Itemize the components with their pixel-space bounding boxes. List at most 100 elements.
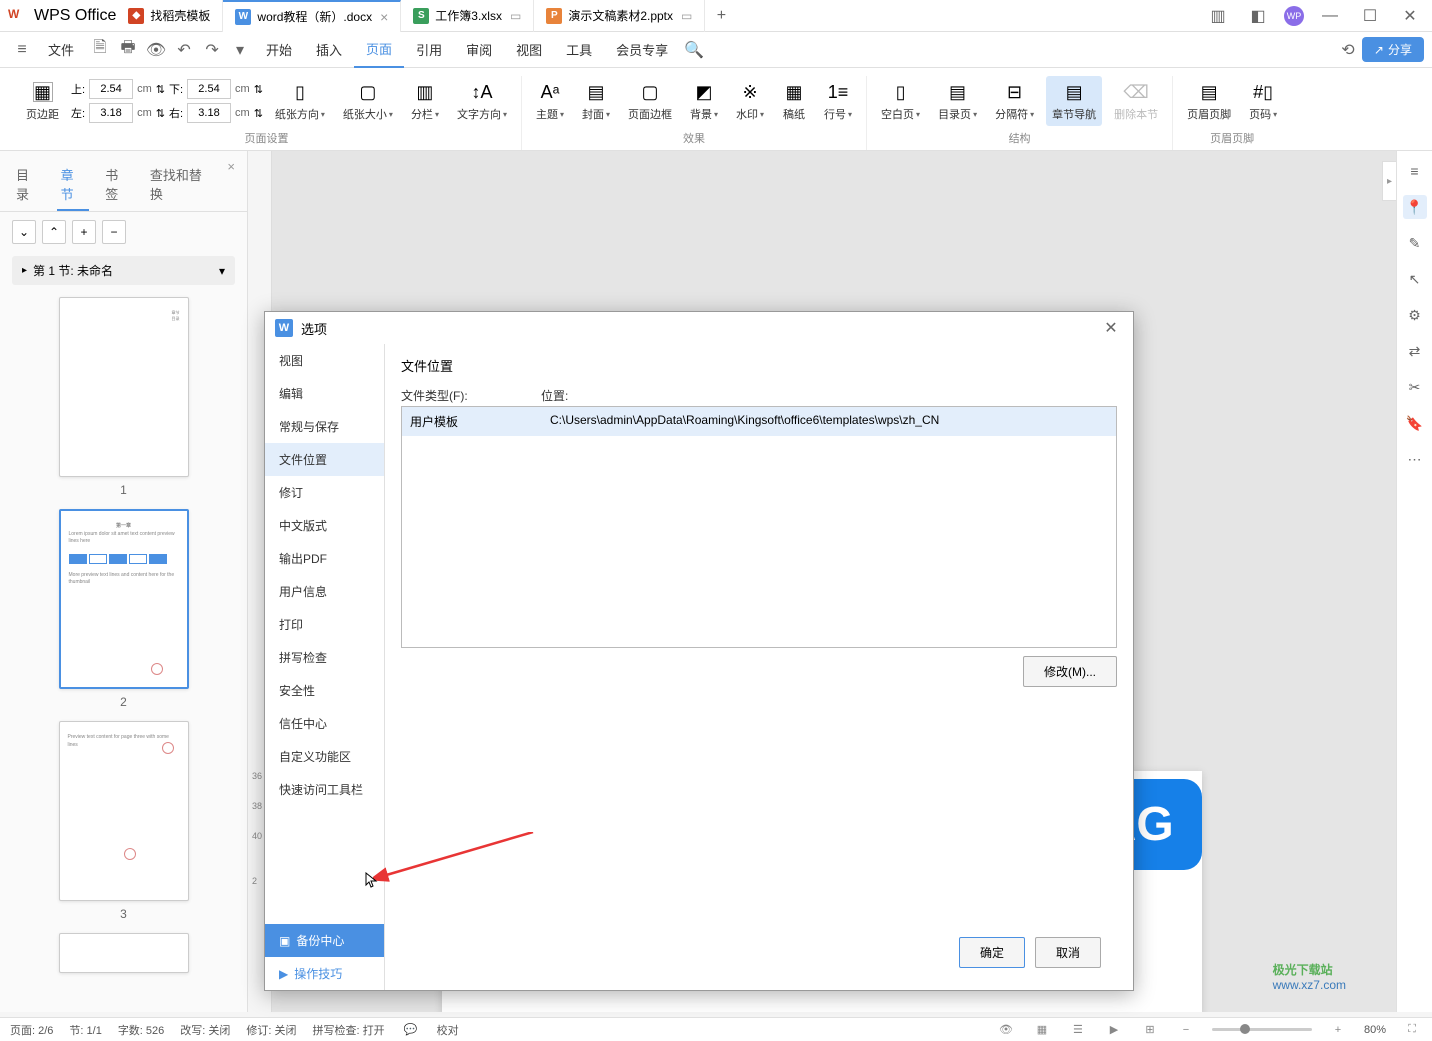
section-header[interactable]: 第 1 节: 未命名 ▾ bbox=[12, 256, 235, 285]
menu-reference[interactable]: 引用 bbox=[404, 32, 454, 68]
fit-icon[interactable]: ⛶ bbox=[1402, 1023, 1422, 1036]
close-icon[interactable]: × bbox=[380, 9, 388, 25]
menu-expand-icon[interactable]: ≡ bbox=[1403, 159, 1427, 183]
collapse-button[interactable]: ⌄ bbox=[12, 220, 36, 244]
minimize-icon[interactable]: ▭ bbox=[681, 9, 692, 23]
zoom-in-icon[interactable]: + bbox=[1328, 1024, 1348, 1036]
collapse-sidebar-button[interactable]: ▸ bbox=[1382, 161, 1396, 201]
sidebar-item-quick-access[interactable]: 快速访问工具栏 bbox=[265, 773, 384, 806]
add-button[interactable]: + bbox=[72, 220, 96, 244]
sidebar-item-trust-center[interactable]: 信任中心 bbox=[265, 707, 384, 740]
stepper-icon[interactable]: ⇅ bbox=[254, 107, 263, 120]
status-page[interactable]: 页面: 2/6 bbox=[10, 1022, 53, 1038]
preview-icon[interactable]: 👁 bbox=[142, 36, 170, 64]
cursor-icon[interactable]: ↖ bbox=[1403, 267, 1427, 291]
page-number-button[interactable]: #▯页码▾ bbox=[1243, 76, 1283, 126]
search-icon[interactable]: 🔍 bbox=[680, 36, 708, 64]
cover-button[interactable]: ▤封面▾ bbox=[576, 76, 616, 126]
sidebar-item-revision[interactable]: 修订 bbox=[265, 476, 384, 509]
bookmark-icon[interactable]: 🔖 bbox=[1403, 411, 1427, 435]
cube-icon[interactable]: ◧ bbox=[1244, 2, 1272, 30]
undo-icon[interactable]: ↶ bbox=[170, 36, 198, 64]
dialog-close-button[interactable]: ✕ bbox=[1099, 316, 1123, 340]
tab-find-replace[interactable]: 查找和替换 bbox=[146, 159, 216, 211]
status-spell[interactable]: 拼写检查: 打开 bbox=[313, 1022, 385, 1038]
redo-icon[interactable]: ↷ bbox=[198, 36, 226, 64]
window-close-button[interactable]: ✕ bbox=[1396, 2, 1424, 30]
margin-top-input[interactable] bbox=[89, 79, 133, 99]
zoom-out-icon[interactable]: − bbox=[1176, 1024, 1196, 1036]
zoom-slider[interactable] bbox=[1212, 1028, 1312, 1031]
status-track[interactable]: 修订: 关闭 bbox=[246, 1022, 296, 1038]
sidebar-item-general-save[interactable]: 常规与保存 bbox=[265, 410, 384, 443]
thumbnail-item[interactable]: 第一章 Lorem ipsum dolor sit amet text cont… bbox=[0, 509, 247, 709]
line-number-button[interactable]: 1≡行号▾ bbox=[818, 76, 858, 126]
status-proof[interactable]: 校对 bbox=[437, 1022, 459, 1038]
paper-size-button[interactable]: ▢纸张大小▾ bbox=[337, 76, 399, 126]
tab-excel[interactable]: S 工作簿3.xlsx ▭ bbox=[401, 0, 534, 32]
menu-member[interactable]: 会员专享 bbox=[604, 32, 680, 68]
print-icon[interactable]: 🖶 bbox=[114, 36, 142, 64]
margin-bottom-input[interactable] bbox=[187, 79, 231, 99]
delete-section-button[interactable]: ⌫删除本节 bbox=[1108, 76, 1164, 126]
menu-page[interactable]: 页面 bbox=[354, 32, 404, 68]
sidebar-item-chinese-layout[interactable]: 中文版式 bbox=[265, 509, 384, 542]
window-maximize-button[interactable]: ☐ bbox=[1356, 2, 1384, 30]
minimize-icon[interactable]: ▭ bbox=[510, 9, 521, 23]
settings-icon[interactable]: ⚙ bbox=[1403, 303, 1427, 327]
menu-insert[interactable]: 插入 bbox=[304, 32, 354, 68]
tips-link[interactable]: ▶ 操作技巧 bbox=[265, 957, 384, 990]
proof-icon[interactable]: 💬 bbox=[401, 1023, 421, 1036]
sidebar-item-custom-ribbon[interactable]: 自定义功能区 bbox=[265, 740, 384, 773]
avatar[interactable]: WP bbox=[1284, 6, 1304, 26]
menu-view[interactable]: 视图 bbox=[504, 32, 554, 68]
columns-button[interactable]: ▥分栏▾ bbox=[405, 76, 445, 126]
view-outline-icon[interactable]: ☰ bbox=[1068, 1023, 1088, 1036]
toc-button[interactable]: ▤目录页▾ bbox=[932, 76, 983, 126]
hamburger-icon[interactable]: ≡ bbox=[8, 36, 36, 64]
tab-chapter[interactable]: 章节 bbox=[57, 159, 90, 211]
status-revision[interactable]: 改写: 关闭 bbox=[180, 1022, 230, 1038]
thumbnail-item[interactable] bbox=[0, 933, 247, 973]
tab-templates[interactable]: ◆ 找稻壳模板 bbox=[116, 0, 223, 32]
tab-ppt[interactable]: P 演示文稿素材2.pptx ▭ bbox=[534, 0, 705, 32]
tab-bookmark[interactable]: 书签 bbox=[101, 159, 134, 211]
window-minimize-button[interactable]: — bbox=[1316, 2, 1344, 30]
modify-button[interactable]: 修改(M)... bbox=[1023, 656, 1117, 687]
page-border-button[interactable]: ▢页面边框 bbox=[622, 76, 678, 126]
sidebar-item-spellcheck[interactable]: 拼写检查 bbox=[265, 641, 384, 674]
expand-button[interactable]: ⌃ bbox=[42, 220, 66, 244]
text-direction-button[interactable]: ↕A文字方向▾ bbox=[451, 76, 513, 126]
sync-icon[interactable]: ⟲ bbox=[1334, 36, 1362, 64]
table-row[interactable]: 用户模板 C:\Users\admin\AppData\Roaming\King… bbox=[402, 407, 1116, 436]
status-words[interactable]: 字数: 526 bbox=[118, 1022, 164, 1038]
view-web-icon[interactable]: ⊞ bbox=[1140, 1023, 1160, 1036]
theme-button[interactable]: Aᵃ主题▾ bbox=[530, 76, 570, 126]
stepper-icon[interactable]: ⇅ bbox=[254, 83, 263, 96]
background-button[interactable]: ◩背景▾ bbox=[684, 76, 724, 126]
stepper-icon[interactable]: ⇅ bbox=[156, 83, 165, 96]
menu-review[interactable]: 审阅 bbox=[454, 32, 504, 68]
save-icon[interactable]: 🗎 bbox=[86, 36, 114, 64]
sidebar-item-security[interactable]: 安全性 bbox=[265, 674, 384, 707]
transfer-icon[interactable]: ⇄ bbox=[1403, 339, 1427, 363]
thumbnail-item[interactable]: 章节目录 1 bbox=[0, 297, 247, 497]
stepper-icon[interactable]: ⇅ bbox=[156, 107, 165, 120]
margin-right-input[interactable] bbox=[187, 103, 231, 123]
file-location-table[interactable]: 用户模板 C:\Users\admin\AppData\Roaming\King… bbox=[401, 406, 1117, 648]
remove-button[interactable]: − bbox=[102, 220, 126, 244]
tab-word-doc[interactable]: W word教程（新）.docx × bbox=[223, 0, 401, 32]
panel-icon[interactable]: ▥ bbox=[1204, 2, 1232, 30]
location-icon[interactable]: 📍 bbox=[1403, 195, 1427, 219]
status-section[interactable]: 节: 1/1 bbox=[69, 1022, 101, 1038]
margins-button[interactable]: ▦ 页边距 bbox=[20, 76, 65, 126]
sidebar-item-user-info[interactable]: 用户信息 bbox=[265, 575, 384, 608]
separator-button[interactable]: ⊟分隔符▾ bbox=[989, 76, 1040, 126]
watermark-button[interactable]: ※水印▾ bbox=[730, 76, 770, 126]
view-page-icon[interactable]: ▦ bbox=[1032, 1023, 1052, 1036]
sidebar-item-view[interactable]: 视图 bbox=[265, 344, 384, 377]
margin-left-input[interactable] bbox=[89, 103, 133, 123]
orientation-button[interactable]: ▯纸张方向▾ bbox=[269, 76, 331, 126]
blank-page-button[interactable]: ▯空白页▾ bbox=[875, 76, 926, 126]
sidebar-item-output-pdf[interactable]: 输出PDF bbox=[265, 542, 384, 575]
